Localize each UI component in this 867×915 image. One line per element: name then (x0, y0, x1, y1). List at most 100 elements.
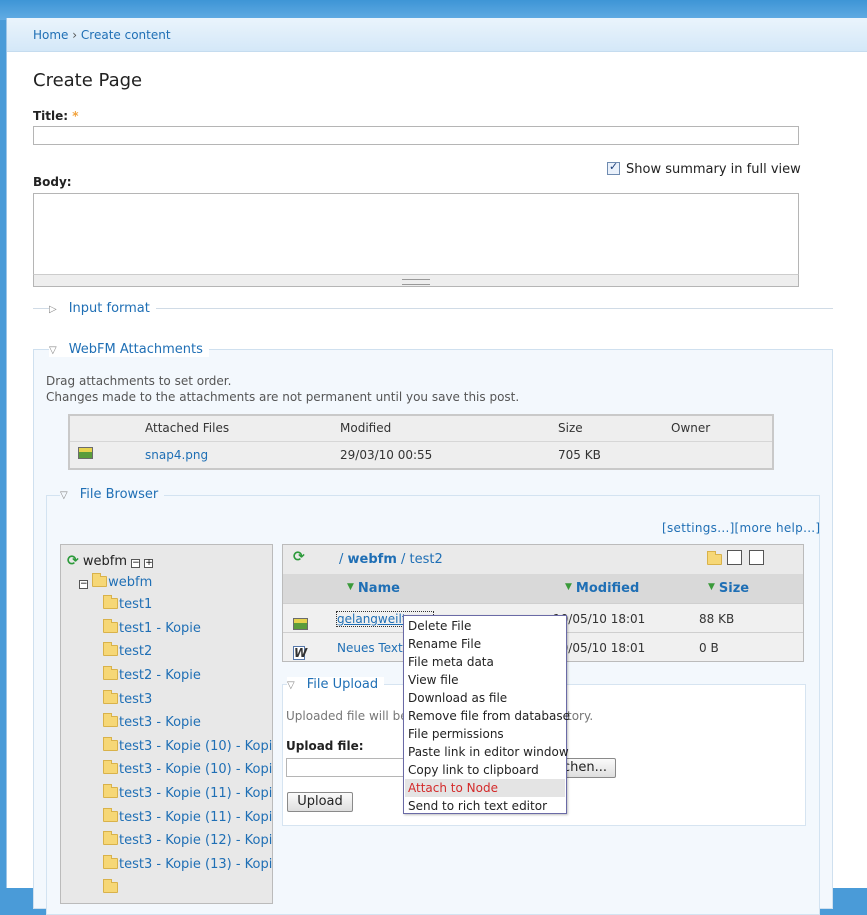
menu-item-file-meta-data[interactable]: File meta data (405, 653, 565, 671)
breadcrumb-create-content-link[interactable]: Create content (81, 28, 171, 42)
new-folder-icon[interactable] (707, 551, 722, 565)
file-size: 88 KB (699, 612, 735, 626)
folder-icon (103, 642, 118, 656)
collapse-triangle-icon: ▽ (287, 680, 295, 691)
tree-item-folder[interactable] (103, 879, 119, 896)
sort-by-name[interactable]: ▼ Name (347, 581, 400, 596)
required-marker: * (72, 109, 79, 123)
tree-item-folder[interactable]: test3 - Kopie (13) - Kopie (103, 855, 272, 872)
collapse-icon[interactable]: − (79, 580, 88, 589)
tree-item-folder[interactable]: test3 - Kopie (10) - Kopie (103, 760, 272, 777)
path-current: test2 (409, 552, 443, 567)
attachment-size: 705 KB (558, 447, 601, 462)
table-row[interactable]: snap4.png 29/03/10 00:55 705 KB (69, 441, 773, 469)
folder-icon (103, 737, 118, 751)
column-header: Attached Files (137, 415, 332, 442)
menu-item-file-permissions[interactable]: File permissions (405, 725, 565, 743)
attachments-note-order: Drag attachments to set order. (46, 374, 232, 388)
collapse-triangle-icon: ▽ (60, 490, 68, 501)
menu-item-paste-link[interactable]: Paste link in editor window (405, 743, 569, 761)
breadcrumb: Home › Create content (33, 28, 171, 42)
menu-item-send-to-editor[interactable]: Send to rich text editor (405, 797, 565, 815)
menu-item-delete-file[interactable]: Delete File (405, 617, 565, 635)
tree-item-folder[interactable]: test3 (103, 690, 152, 707)
upload-button[interactable]: Upload (287, 792, 353, 812)
tree-item-folder[interactable]: test1 - Kopie (103, 619, 201, 636)
sort-by-size[interactable]: ▼ Size (708, 581, 749, 596)
upload-file-input[interactable] (286, 758, 410, 777)
sort-arrow-icon: ▼ (708, 582, 715, 592)
folder-icon (103, 666, 118, 680)
folder-icon (103, 784, 118, 798)
breadcrumb-home-link[interactable]: Home (33, 28, 68, 42)
list-view-icon[interactable] (727, 550, 742, 565)
upload-file-label: Upload file: (286, 739, 364, 753)
image-file-icon (78, 447, 93, 460)
input-format-legend[interactable]: ▷ Input format (49, 301, 156, 316)
title-input[interactable] (33, 126, 799, 145)
attachment-file-link[interactable]: snap4.png (145, 448, 208, 462)
folder-icon (103, 713, 118, 727)
sort-arrow-icon: ▼ (347, 582, 354, 592)
page-title: Create Page (33, 70, 143, 91)
tree-item-folder[interactable]: test3 - Kopie (103, 713, 201, 730)
collapse-all-icon[interactable]: − (131, 559, 141, 568)
folder-icon (103, 879, 118, 893)
refresh-icon[interactable]: ⟳ (293, 549, 305, 565)
folder-icon (103, 595, 118, 609)
body-textarea[interactable] (33, 193, 799, 287)
sort-arrow-icon: ▼ (565, 582, 572, 592)
show-summary-checkbox[interactable] (607, 160, 620, 175)
column-header: Modified (332, 415, 550, 442)
collapse-triangle-icon: ▽ (49, 345, 57, 356)
folder-icon (103, 619, 118, 633)
file-upload-legend[interactable]: ▽ File Upload (287, 677, 385, 692)
top-band (0, 0, 867, 20)
path-root-link[interactable]: webfm (348, 552, 397, 567)
webfm-attachments-legend[interactable]: ▽ WebFM Attachments (49, 342, 209, 357)
column-header: Owner (663, 415, 773, 442)
folder-icon (92, 573, 108, 587)
sort-by-modified[interactable]: ▼ Modified (565, 581, 639, 596)
show-summary-toggle[interactable]: Show summary in full view (607, 160, 801, 177)
menu-item-remove-from-database[interactable]: Remove file from database (405, 707, 570, 725)
current-path: / webfm / test2 (339, 552, 443, 567)
menu-item-download-file[interactable]: Download as file (405, 689, 565, 707)
menu-item-attach-to-node[interactable]: Attach to Node (405, 779, 565, 797)
tree-item-folder[interactable]: test3 - Kopie (12) - Kopie (103, 831, 272, 848)
textarea-resize-handle[interactable] (33, 274, 799, 287)
menu-item-copy-link[interactable]: Copy link to clipboard (405, 761, 565, 779)
folder-icon (103, 690, 118, 704)
file-context-menu: Delete File Rename File File meta data V… (403, 615, 570, 815)
settings-help-links[interactable]: [settings...][more help...] (662, 521, 820, 535)
folder-icon (103, 855, 118, 869)
tree-item-folder[interactable]: test1 (103, 595, 152, 612)
file-listing-header: ▼ Name ▼ Modified ▼ Size (283, 574, 803, 603)
title-label: Title: * (33, 109, 79, 123)
expand-all-icon[interactable]: + (144, 559, 154, 568)
tree-item-folder[interactable]: test2 (103, 642, 152, 659)
refresh-icon[interactable]: ⟳ (67, 553, 79, 569)
upload-view-icon[interactable] (749, 550, 764, 565)
folder-icon (103, 831, 118, 845)
column-header: Size (550, 415, 663, 442)
file-browser-legend[interactable]: ▽ File Browser (60, 487, 165, 502)
tree-item-folder[interactable]: test2 - Kopie (103, 666, 201, 683)
page-content: Home › Create content Create Page Title:… (6, 18, 867, 915)
breadcrumb-bar: Home › Create content (7, 18, 867, 52)
menu-item-view-file[interactable]: View file (405, 671, 565, 689)
attachments-note-save: Changes made to the attachments are not … (46, 390, 520, 404)
attachments-table: Attached Files Modified Size Owner snap4… (68, 414, 774, 470)
menu-item-rename-file[interactable]: Rename File (405, 635, 565, 653)
folder-icon (103, 808, 118, 822)
file-listing-toolbar: ⟳ / webfm / test2 (283, 545, 803, 574)
tree-item-folder[interactable]: test3 - Kopie (11) - Kopie (103, 784, 272, 801)
tree-root[interactable]: ⟳ webfm − + (67, 553, 154, 569)
file-size: 0 B (699, 641, 719, 655)
tree-item-folder[interactable]: test3 - Kopie (10) - Kopie (103, 737, 272, 754)
tree-item-webfm[interactable]: − webfm (79, 573, 152, 590)
tree-item-folder[interactable]: test3 - Kopie (11) - Kopie (103, 808, 272, 825)
expand-triangle-icon: ▷ (49, 304, 57, 315)
body-label: Body: (33, 175, 72, 189)
attachment-owner (663, 441, 773, 469)
